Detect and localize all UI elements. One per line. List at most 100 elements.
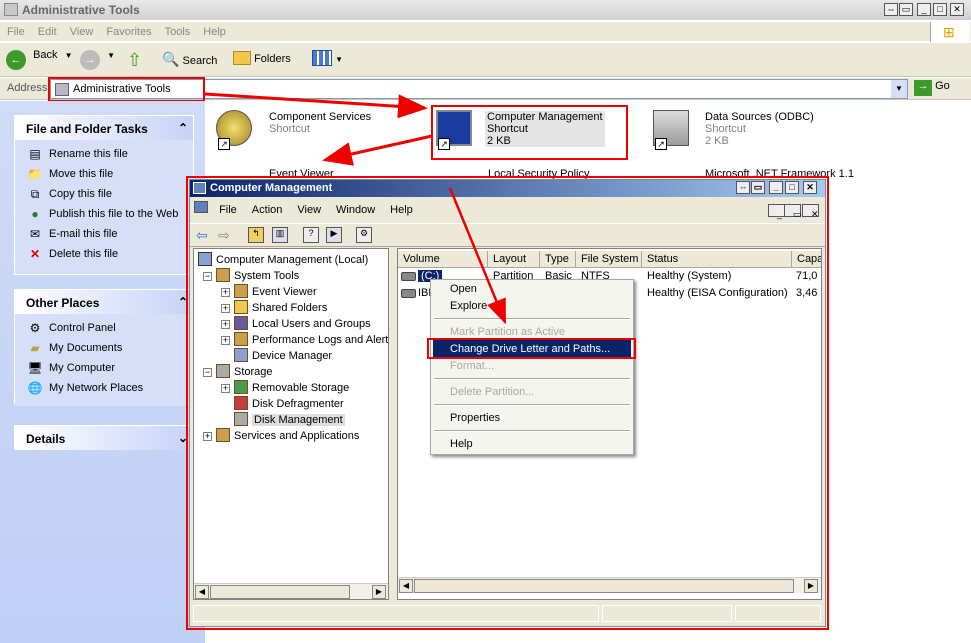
- maximize-button[interactable]: □: [933, 3, 947, 16]
- scroll-left-icon[interactable]: ◀: [195, 585, 209, 599]
- panel-header[interactable]: Details ⌄: [15, 426, 193, 450]
- close-button[interactable]: ✕: [950, 3, 964, 16]
- tree-local-users[interactable]: Local Users and Groups: [234, 316, 371, 332]
- cm-menu-file[interactable]: File: [211, 200, 244, 216]
- file-computer-management[interactable]: ↗ Computer Management Shortcut 2 KB: [436, 110, 616, 158]
- cm-show-tree-icon[interactable]: ▥: [272, 227, 288, 243]
- tree-services-apps[interactable]: Services and Applications: [216, 428, 359, 444]
- expand-icon[interactable]: ⌄: [178, 431, 188, 445]
- task-rename[interactable]: ▤ Rename this file: [25, 146, 193, 166]
- address-input[interactable]: Administrative Tools ▼: [50, 79, 908, 99]
- menu-help[interactable]: Help: [196, 22, 232, 38]
- menu-edit[interactable]: Edit: [31, 22, 63, 38]
- menu-separator: [434, 318, 630, 320]
- cm-doc-close[interactable]: ✕: [802, 204, 819, 219]
- expand-local-users[interactable]: +: [221, 320, 230, 329]
- cm-forward-icon[interactable]: ⇨: [218, 227, 230, 244]
- cm-doc-restore[interactable]: ▭: [784, 204, 802, 219]
- cm-menu-window[interactable]: Window: [328, 200, 382, 216]
- tree-disk-management[interactable]: Disk Management: [234, 412, 345, 428]
- cm-help-icon[interactable]: ⇔: [736, 181, 750, 194]
- cm-back-icon[interactable]: ⇦: [196, 227, 208, 244]
- cm-doc-minimize[interactable]: _: [768, 204, 785, 219]
- menu-properties[interactable]: Properties: [433, 409, 631, 427]
- cm-export-icon[interactable]: ▶: [326, 227, 342, 243]
- task-email[interactable]: ✉ E-mail this file: [25, 226, 193, 246]
- restore-window-icon[interactable]: ▭: [899, 3, 913, 16]
- cm-menu-help[interactable]: Help: [382, 200, 420, 216]
- menu-tools[interactable]: Tools: [158, 22, 197, 38]
- cm-properties-icon[interactable]: ?: [303, 227, 319, 243]
- scroll-left-icon[interactable]: ◀: [399, 579, 413, 593]
- tree-device-manager[interactable]: Device Manager: [234, 348, 332, 364]
- col-volume[interactable]: Volume: [398, 251, 488, 268]
- scroll-thumb[interactable]: [210, 585, 350, 599]
- cm-close-button[interactable]: ✕: [803, 181, 817, 194]
- tree-event-viewer[interactable]: Event Viewer: [234, 284, 317, 300]
- cm-menu-view[interactable]: View: [289, 200, 328, 216]
- back-button[interactable]: ← Back ▼: [6, 49, 76, 70]
- menu-view[interactable]: View: [63, 22, 100, 38]
- expand-removable[interactable]: +: [221, 384, 230, 393]
- col-capacity[interactable]: Capa: [792, 251, 821, 268]
- place-my-documents[interactable]: ▰ My Documents: [25, 340, 193, 360]
- cm-menu-action[interactable]: Action: [244, 200, 290, 216]
- tree-disk-defragmenter[interactable]: Disk Defragmenter: [234, 396, 344, 412]
- col-type[interactable]: Type: [540, 251, 576, 268]
- collapse-icon[interactable]: ⌃: [178, 295, 188, 309]
- cm-up-icon[interactable]: ↰: [248, 227, 264, 243]
- chevron-down-icon: ▼: [335, 55, 343, 64]
- tree-root[interactable]: Computer Management (Local): [198, 252, 368, 268]
- place-my-computer[interactable]: 🖥 My Computer: [25, 360, 193, 380]
- expand-services[interactable]: +: [203, 432, 212, 441]
- cm-maximize-button[interactable]: □: [785, 181, 799, 194]
- cm-restore-icon[interactable]: ▭: [751, 181, 765, 194]
- collapse-icon[interactable]: ⌃: [178, 121, 188, 135]
- menu-file[interactable]: File: [0, 22, 31, 38]
- menu-help[interactable]: Help: [433, 435, 631, 453]
- forward-button[interactable]: → ▼: [80, 50, 120, 70]
- place-control-panel[interactable]: ⚙ Control Panel: [25, 320, 193, 340]
- task-copy[interactable]: ⧉ Copy this file: [25, 186, 193, 206]
- collapse-storage[interactable]: −: [203, 368, 212, 377]
- minimize-button[interactable]: _: [917, 3, 931, 16]
- expand-shared-folders[interactable]: +: [221, 304, 230, 313]
- tree-system-tools[interactable]: System Tools: [216, 268, 299, 284]
- task-move[interactable]: 📁 Move this file: [25, 166, 193, 186]
- expand-event-viewer[interactable]: +: [221, 288, 230, 297]
- folders-button[interactable]: Folders: [233, 51, 291, 65]
- tree-removable-storage[interactable]: Removable Storage: [234, 380, 349, 396]
- col-layout[interactable]: Layout: [488, 251, 540, 268]
- up-folder-icon[interactable]: ⇧: [127, 50, 142, 71]
- panel-header[interactable]: Other Places ⌃: [15, 290, 193, 314]
- go-button[interactable]: → Go: [914, 80, 950, 96]
- task-publish[interactable]: ● Publish this file to the Web: [25, 206, 193, 226]
- collapse-system-tools[interactable]: −: [203, 272, 212, 281]
- file-component-services[interactable]: ↗ Component Services Shortcut: [216, 110, 416, 158]
- tree-shared-folders[interactable]: Shared Folders: [234, 300, 327, 316]
- menu-open[interactable]: Open: [433, 280, 631, 298]
- tree-storage[interactable]: Storage: [216, 364, 273, 380]
- address-dropdown-icon[interactable]: ▼: [891, 80, 907, 98]
- menu-explore[interactable]: Explore: [433, 297, 631, 315]
- col-file-system[interactable]: File System: [576, 251, 642, 268]
- menu-favorites[interactable]: Favorites: [99, 22, 157, 38]
- tree-perf-logs[interactable]: Performance Logs and Alerts: [234, 332, 388, 348]
- expand-perf-logs[interactable]: +: [221, 336, 230, 345]
- file-data-sources[interactable]: ↗ Data Sources (ODBC) Shortcut 2 KB: [653, 110, 853, 158]
- scroll-right-icon[interactable]: ▶: [372, 585, 386, 599]
- views-button[interactable]: ▼: [312, 50, 346, 70]
- search-button[interactable]: 🔍 Search: [162, 51, 217, 68]
- tree-hscrollbar[interactable]: ◀ ▶: [194, 583, 388, 599]
- panel-header[interactable]: File and Folder Tasks ⌃: [15, 116, 193, 140]
- menu-change-drive-letter[interactable]: Change Drive Letter and Paths...: [433, 340, 631, 358]
- scroll-right-icon[interactable]: ▶: [804, 579, 818, 593]
- task-delete[interactable]: ✕ Delete this file: [25, 246, 193, 266]
- list-hscrollbar[interactable]: ◀ ▶: [398, 577, 821, 593]
- col-status[interactable]: Status: [642, 251, 792, 268]
- help-window-icon[interactable]: ⇔: [884, 3, 898, 16]
- cm-settings-icon[interactable]: ⚙: [356, 227, 372, 243]
- scroll-thumb[interactable]: [414, 579, 794, 593]
- place-network[interactable]: 🌐 My Network Places: [25, 380, 193, 400]
- cm-minimize-button[interactable]: _: [769, 181, 783, 194]
